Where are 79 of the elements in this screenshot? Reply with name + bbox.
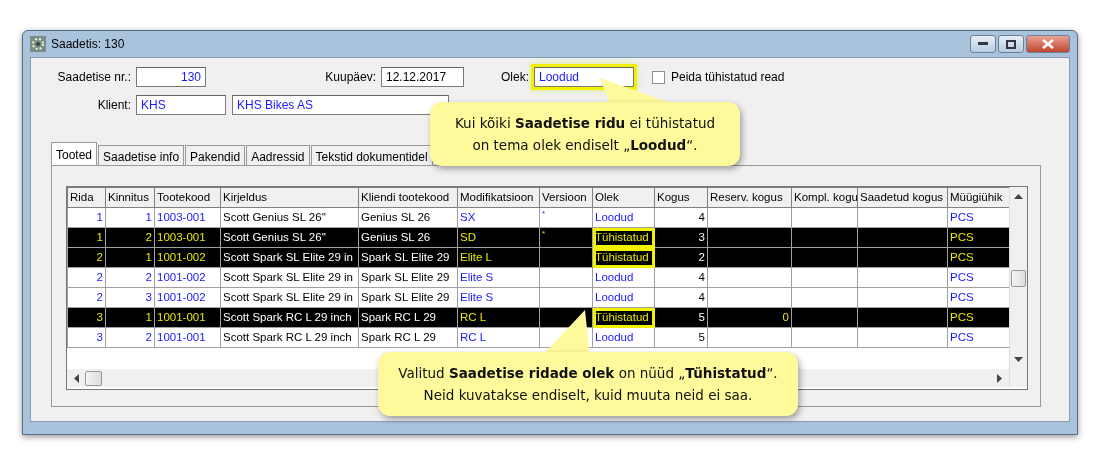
column-header[interactable]: Tootekood [154, 187, 221, 208]
table-cell: 1 [67, 227, 106, 248]
close-icon [1042, 39, 1054, 49]
table-cell: Spark RC L 29 [358, 327, 458, 348]
table-cell: * [539, 207, 593, 228]
table-cell: Loodud [592, 207, 655, 228]
maximize-icon [1006, 39, 1016, 49]
column-header[interactable]: Kliendi tootekood [358, 187, 458, 208]
table-cell: Spark SL Elite 29 [358, 287, 458, 308]
scroll-right-icon[interactable] [997, 373, 1003, 383]
scroll-up-icon[interactable] [1014, 193, 1023, 199]
scroll-left-icon[interactable] [73, 373, 79, 383]
tab[interactable]: Tooted [51, 142, 98, 165]
scrollbar-thumb[interactable] [85, 370, 102, 386]
table-cell: 1001-002 [154, 267, 221, 288]
input-field[interactable]: 12.12.2017 [381, 67, 464, 87]
table-cell: 1001-002 [154, 287, 221, 308]
table-cell: 4 [654, 267, 708, 288]
table-cell: Scott Spark RC L 29 inch [220, 327, 359, 348]
table-cell: Elite S [457, 267, 540, 288]
column-header[interactable]: Modifikatsioon [457, 187, 540, 208]
table-cell: Loodud [592, 287, 655, 308]
table-cell: 1001-001 [154, 327, 221, 348]
field-label: Saadetise nr.: [56, 69, 132, 86]
app-icon [30, 36, 46, 52]
table-cell: Scott Genius SL 26'' [220, 207, 359, 228]
tab[interactable]: Aadressid [246, 145, 310, 165]
input-field[interactable]: KHS Bikes AS [232, 95, 449, 115]
table-cell: 1 [105, 207, 155, 228]
window-title: Saadetis: 130 [51, 36, 125, 53]
tab[interactable]: Saadetise info [98, 145, 185, 165]
table-cell: 2 [67, 267, 106, 288]
minimize-icon [978, 42, 988, 46]
scrollbar-thumb[interactable] [1011, 269, 1026, 287]
tab[interactable]: Pakendid [185, 145, 246, 165]
column-header[interactable]: Kirjeldus [220, 187, 359, 208]
checkbox-label: Peida tühistatud read [671, 69, 785, 86]
table-cell: Genius SL 26 [358, 207, 458, 228]
column-header[interactable]: Rida [67, 187, 106, 208]
table-cell: Loodud [592, 327, 655, 348]
scroll-down-icon[interactable] [1014, 357, 1023, 363]
field-label: Kuupäev: [324, 69, 377, 86]
table-cell: 1 [67, 207, 106, 228]
table-cell: RC L [457, 327, 540, 348]
maximize-button[interactable] [998, 35, 1024, 53]
table-cell: 2 [67, 287, 106, 308]
table-cell: 4 [654, 287, 708, 308]
table-cell: Elite S [457, 287, 540, 308]
column-header[interactable]: Kompl. kogu [791, 187, 858, 208]
table-cell: Scott Spark SL Elite 29 in [220, 287, 359, 308]
minimize-button[interactable] [970, 35, 996, 53]
table-cell: SX [457, 207, 540, 228]
field-label: Klient: [96, 97, 132, 114]
table-cell: 2 [105, 327, 155, 348]
column-header[interactable]: Müügiühik [947, 187, 1010, 208]
input-field[interactable]: KHS [136, 95, 226, 115]
column-header[interactable]: Saadetud kogus [857, 187, 948, 208]
table-cell: 3 [105, 287, 155, 308]
table-cell: 4 [654, 207, 708, 228]
column-header[interactable]: Reserv. kogus [707, 187, 792, 208]
table-cell: Scott Spark SL Elite 29 in [220, 267, 359, 288]
input-field[interactable]: Loodud [534, 67, 634, 87]
close-button[interactable] [1026, 35, 1070, 53]
table-cell: Loodud [592, 267, 655, 288]
tab[interactable]: Tekstid dokumentidel [310, 145, 433, 165]
table-cell: 2 [67, 247, 106, 268]
table-cell: 3 [67, 327, 106, 348]
column-header[interactable]: Kinnitus [105, 187, 155, 208]
table-cell: Spark SL Elite 29 [358, 267, 458, 288]
field-label: Olek: [500, 69, 530, 86]
table-cell: 1003-001 [154, 207, 221, 228]
input-field[interactable]: 130 [136, 67, 206, 87]
table-cell: 2 [105, 267, 155, 288]
column-header[interactable]: Olek [592, 187, 655, 208]
checkbox[interactable] [652, 70, 665, 84]
table-cell: 3 [67, 307, 106, 328]
table-cell: 5 [654, 327, 708, 348]
column-header[interactable]: Versioon [539, 187, 593, 208]
column-header[interactable]: Kogus [654, 187, 708, 208]
